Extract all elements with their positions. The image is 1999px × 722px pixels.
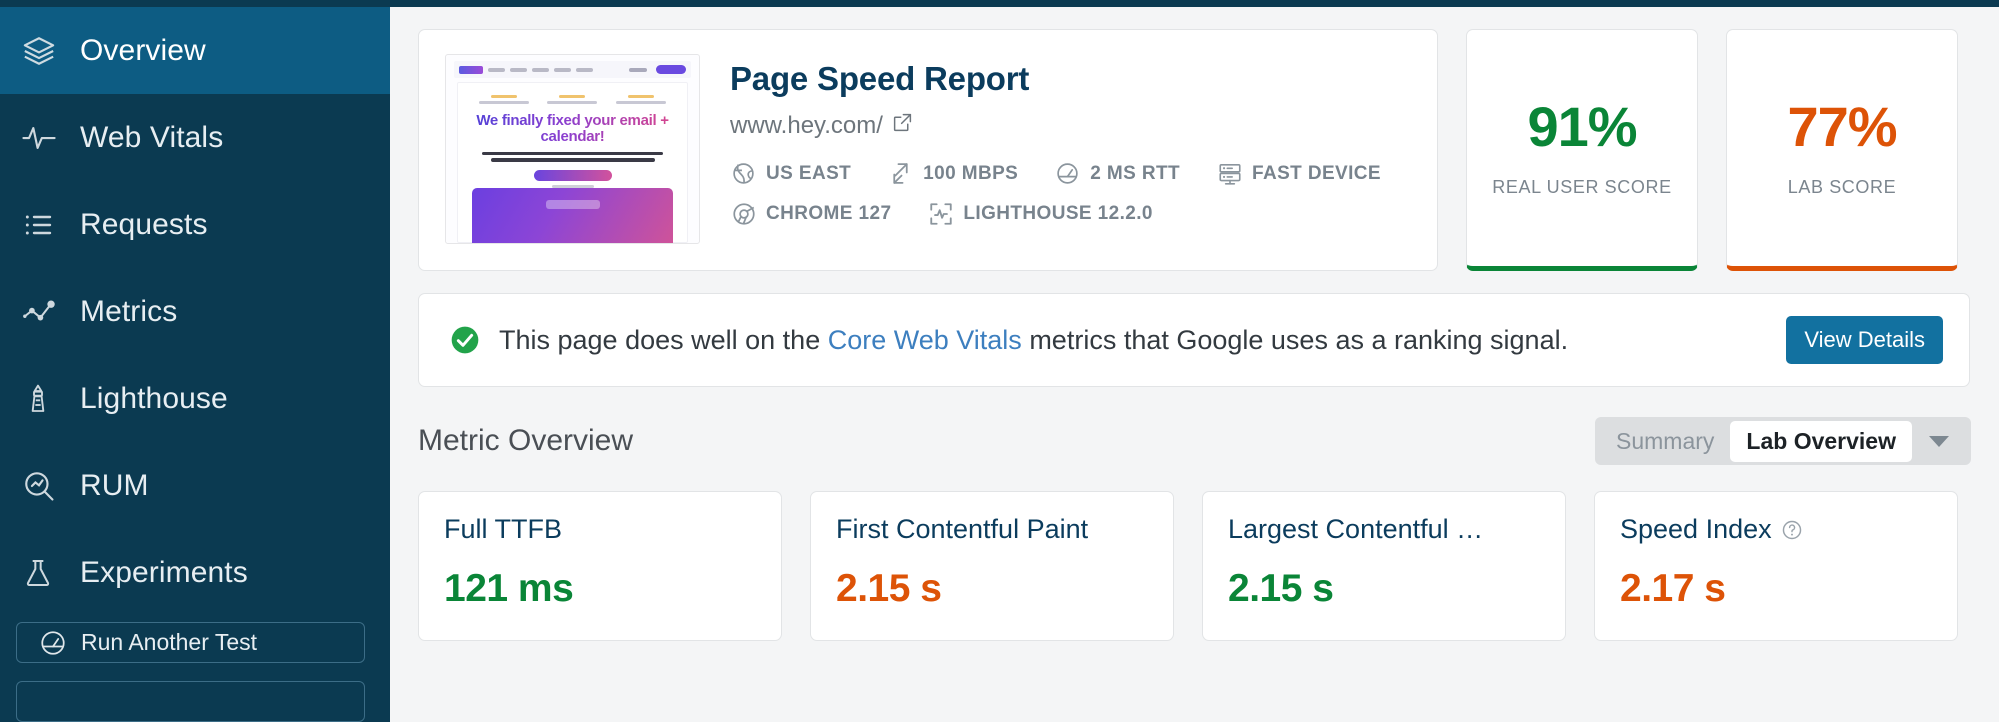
- thumbnail-image: We finally fixed your email + calendar!: [446, 55, 699, 243]
- meta-label: 2 MS RTT: [1090, 162, 1180, 184]
- lighthouse-scan-icon: [927, 200, 954, 227]
- banner-text-after: metrics that Google uses as a ranking si…: [1021, 324, 1569, 355]
- view-selector-label: Summary: [1616, 427, 1715, 454]
- report-info: Page Speed Report www.hey.com/ US EAST 1…: [730, 54, 1417, 246]
- metric-name-text: First Contentful Paint: [836, 514, 1089, 544]
- chevron-down-icon[interactable]: [1912, 434, 1966, 448]
- metric-name-text: Speed Index: [1620, 514, 1772, 544]
- metric-name-text: Largest Contentful …: [1228, 514, 1484, 544]
- core-web-vitals-banner: This page does well on the Core Web Vita…: [418, 293, 1970, 387]
- thumbnail-body: We finally fixed your email + calendar!: [457, 82, 688, 243]
- gauge-icon: [39, 629, 71, 657]
- scatter-icon: [22, 292, 66, 332]
- search-chart-icon: [22, 466, 66, 506]
- run-another-test-button[interactable]: Run Another Test: [16, 622, 365, 663]
- sidebar-item-label: Web Vitals: [80, 120, 224, 154]
- page-title: Page Speed Report: [730, 60, 1030, 97]
- metric-value: 2.15 s: [1228, 567, 1334, 610]
- view-details-button[interactable]: View Details: [1786, 316, 1943, 364]
- sidebar-item-lighthouse[interactable]: Lighthouse: [0, 355, 390, 442]
- meta-row-2: CHROME 127 LIGHTHOUSE 12.2.0: [730, 200, 1417, 227]
- thumbnail-nav: [454, 61, 691, 78]
- metric-cards: Full TTFB 121 ms First Contentful Paint …: [418, 491, 1971, 641]
- sidebar-item-web-vitals[interactable]: Web Vitals: [0, 94, 390, 181]
- sidebar-item-label: Requests: [80, 207, 208, 241]
- thumbnail-headline: We finally fixed your email + calendar!: [470, 113, 675, 145]
- metric-name: Speed Index: [1620, 514, 1932, 545]
- metric-card-first-contentful-paint[interactable]: First Contentful Paint 2.15 s: [810, 491, 1174, 641]
- real-user-score-card: 91% REAL USER SCORE: [1466, 29, 1698, 271]
- sidebar-item-experiments[interactable]: Experiments: [0, 529, 390, 616]
- metric-card-speed-index[interactable]: Speed Index 2.17 s: [1594, 491, 1958, 641]
- meta-browser: CHROME 127: [730, 200, 891, 227]
- metric-card-full-ttfb[interactable]: Full TTFB 121 ms: [418, 491, 782, 641]
- sidebar-item-label: Lighthouse: [80, 381, 228, 415]
- main-content: We finally fixed your email + calendar! …: [390, 7, 1999, 722]
- lab-score-card: 77% LAB SCORE: [1726, 29, 1958, 271]
- meta-label: 100 MBPS: [923, 162, 1019, 184]
- sidebar-item-label: Metrics: [80, 294, 178, 328]
- score-label: REAL USER SCORE: [1492, 176, 1672, 197]
- meta-label: FAST DEVICE: [1252, 162, 1381, 184]
- score-value: 77%: [1787, 94, 1897, 158]
- metric-name: Largest Contentful …: [1228, 514, 1540, 545]
- secondary-action-button[interactable]: [16, 681, 365, 722]
- sidebar-item-label: Experiments: [80, 555, 248, 589]
- external-link-icon[interactable]: [892, 112, 913, 140]
- metric-overview-header: Metric Overview Summary Lab Overview: [418, 417, 1971, 465]
- meta-row-1: US EAST 100 MBPS 2 MS RTT FAST DEVICE: [730, 160, 1417, 187]
- score-label: LAB SCORE: [1787, 176, 1897, 197]
- core-web-vitals-link[interactable]: Core Web Vitals: [828, 325, 1022, 355]
- metric-value: 2.17 s: [1620, 567, 1726, 610]
- view-selector-value[interactable]: Lab Overview: [1730, 420, 1912, 462]
- meta-label: US EAST: [766, 162, 852, 184]
- view-selector[interactable]: Summary Lab Overview: [1595, 417, 1971, 465]
- meta-bandwidth: 100 MBPS: [887, 160, 1018, 187]
- score-value: 91%: [1527, 94, 1637, 158]
- header-row: We finally fixed your email + calendar! …: [418, 29, 1971, 271]
- meta-label: CHROME 127: [766, 202, 892, 224]
- run-another-test-label: Run Another Test: [81, 629, 258, 655]
- sidebar-item-requests[interactable]: Requests: [0, 181, 390, 268]
- help-icon[interactable]: [1781, 519, 1803, 541]
- lighthouse-icon: [22, 379, 66, 419]
- latency-icon: [1054, 160, 1081, 187]
- report-url[interactable]: www.hey.com/: [730, 112, 1417, 140]
- sidebar-item-rum[interactable]: RUM: [0, 442, 390, 529]
- sidebar: Overview Web Vitals Requests Metrics Lig…: [0, 7, 390, 722]
- sidebar-item-metrics[interactable]: Metrics: [0, 268, 390, 355]
- report-summary-card: We finally fixed your email + calendar! …: [418, 29, 1438, 271]
- metric-overview-title: Metric Overview: [418, 424, 634, 457]
- meta-latency: 2 MS RTT: [1054, 160, 1180, 187]
- sidebar-item-overview[interactable]: Overview: [0, 7, 390, 94]
- check-circle-icon: [449, 324, 481, 356]
- list-icon: [22, 205, 66, 245]
- metric-card-largest-contentful-paint[interactable]: Largest Contentful … 2.15 s: [1202, 491, 1566, 641]
- meta-lighthouse-version: LIGHTHOUSE 12.2.0: [927, 200, 1152, 227]
- server-icon: [1216, 160, 1243, 187]
- metric-name-text: Full TTFB: [444, 514, 563, 544]
- metric-name: First Contentful Paint: [836, 514, 1148, 545]
- page-thumbnail[interactable]: We finally fixed your email + calendar!: [445, 54, 700, 244]
- sidebar-item-label: RUM: [80, 468, 149, 502]
- chrome-icon: [730, 200, 757, 227]
- meta-location: US EAST: [730, 160, 851, 187]
- banner-text: This page does well on the Core Web Vita…: [499, 325, 1568, 356]
- pulse-icon: [22, 118, 66, 158]
- globe-icon: [730, 160, 757, 187]
- meta-label: LIGHTHOUSE 12.2.0: [963, 202, 1153, 224]
- metric-value: 121 ms: [444, 567, 574, 610]
- banner-text-before: This page does well on the: [499, 324, 828, 355]
- layers-icon: [22, 31, 66, 71]
- page-root: Overview Web Vitals Requests Metrics Lig…: [0, 0, 1999, 722]
- report-url-text: www.hey.com/: [730, 112, 883, 139]
- sidebar-item-label: Overview: [80, 33, 206, 67]
- bandwidth-icon: [887, 160, 914, 187]
- metric-value: 2.15 s: [836, 567, 942, 610]
- meta-device: FAST DEVICE: [1216, 160, 1381, 187]
- metric-name: Full TTFB: [444, 514, 756, 545]
- flask-icon: [22, 553, 66, 593]
- top-bar: [0, 0, 1999, 7]
